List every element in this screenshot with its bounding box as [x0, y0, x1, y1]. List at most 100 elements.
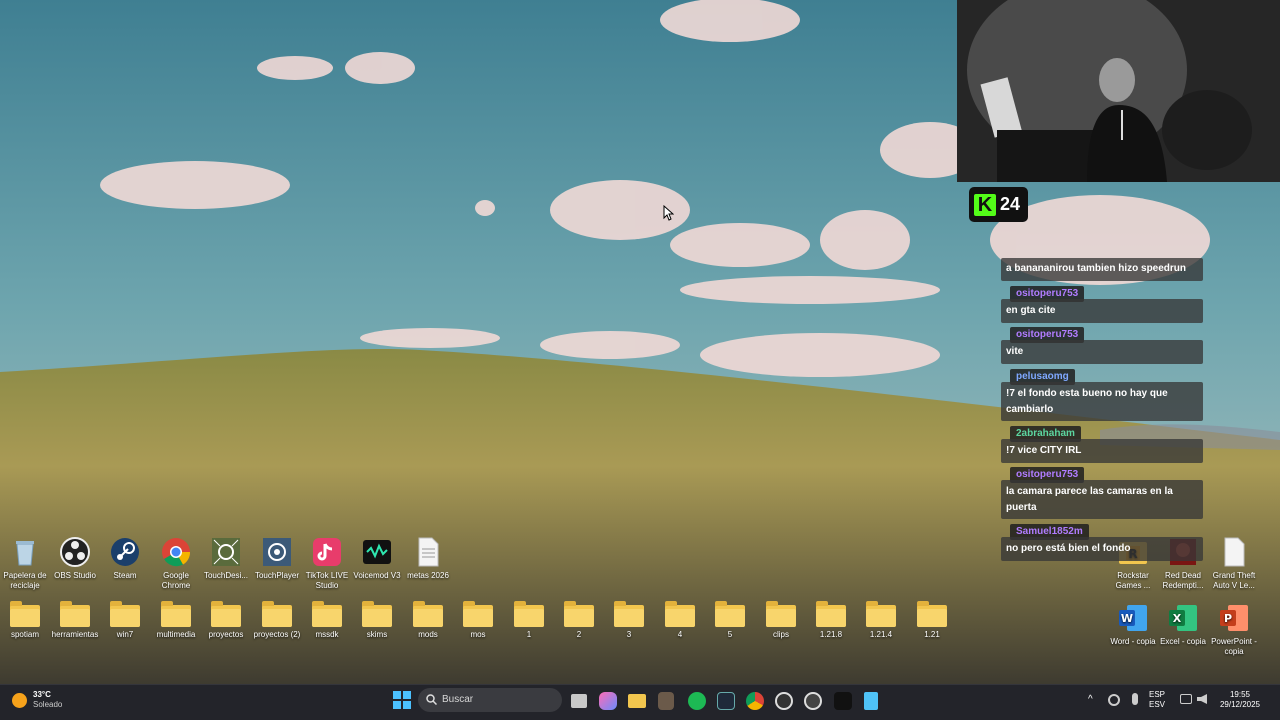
desktop-icon-label: metas 2026 [407, 571, 449, 580]
folder-label: 4 [677, 630, 683, 639]
mouse-cursor-icon [663, 205, 674, 221]
folder-multimedia[interactable]: multimedia [151, 600, 201, 640]
folder-1-21[interactable]: 1.21 [907, 600, 957, 640]
capcut-icon[interactable] [834, 692, 852, 710]
desktop-icon-recycle-bin[interactable]: Papelera de reciclaje [0, 536, 50, 591]
davinci-icon[interactable] [717, 692, 735, 710]
app-icon-1[interactable] [658, 692, 674, 710]
folder-label: mods [418, 630, 438, 639]
folder-1-21-4[interactable]: 1.21.4 [856, 600, 906, 640]
folder-herramientas[interactable]: herramientas [50, 600, 100, 640]
weather-temp: 33°C [33, 690, 51, 699]
folder-3[interactable]: 3 [604, 600, 654, 640]
task-view-icon[interactable] [571, 694, 587, 708]
clock[interactable]: 19:55 29/12/2025 [1215, 690, 1265, 710]
folder-mos[interactable]: mos [453, 600, 503, 640]
desktop-icon-touchdesigner[interactable]: TouchDesi... [201, 536, 251, 581]
folder-mods[interactable]: mods [403, 600, 453, 640]
desktop-icon-metas-2026[interactable]: metas 2026 [403, 536, 453, 581]
folder-clips[interactable]: clips [756, 600, 806, 640]
sun-icon[interactable] [12, 693, 27, 708]
desktop-icon-label: Google Chrome [161, 571, 191, 590]
desktop-icon-touchplayer[interactable]: TouchPlayer [252, 536, 302, 581]
weather-desc: Soleado [33, 700, 63, 709]
desktop-icon-label: Rockstar Games ... [1115, 571, 1151, 590]
folder-icon [312, 601, 342, 627]
kick-logo-icon: K [974, 193, 996, 216]
steam-icon [109, 536, 141, 568]
kick-viewer-badge: K 24 [969, 187, 1028, 222]
folder-5[interactable]: 5 [705, 600, 755, 640]
chat-message-text: !7 vice CITY IRL [1001, 439, 1203, 463]
file-explorer-icon[interactable] [628, 694, 646, 708]
svg-text:W: W [1121, 612, 1133, 625]
folder-icon [262, 601, 292, 627]
weather-widget[interactable]: 33°C Soleado [33, 690, 62, 710]
word-icon: W [1117, 602, 1149, 634]
folder-label: 2 [576, 630, 582, 639]
obs-icon [59, 536, 91, 568]
chat-message-text: no pero está bien el fondo [1001, 537, 1203, 561]
folder-proyectos[interactable]: proyectos [201, 600, 251, 640]
notepad-icon[interactable] [864, 692, 878, 710]
powerpoint-icon: P [1218, 602, 1250, 634]
folder-label: herramientas [51, 630, 99, 639]
folder-spotiam[interactable]: spotiam [0, 600, 50, 640]
desktop-icon-obs[interactable]: OBS Studio [50, 536, 100, 581]
folder-mssdk[interactable]: mssdk [302, 600, 352, 640]
touchdesigner-icon [210, 536, 242, 568]
clock-time: 19:55 [1229, 690, 1251, 699]
desktop-icon-label: TouchDesi... [203, 571, 249, 580]
desktop-icon-voicemod[interactable]: Voicemod V3 [352, 536, 402, 581]
desktop-icon-chrome[interactable]: Google Chrome [151, 536, 201, 591]
obs-taskbar-icon[interactable] [775, 692, 793, 710]
spotify-icon[interactable] [688, 692, 706, 710]
folder-2[interactable]: 2 [554, 600, 604, 640]
desktop-icon-steam[interactable]: Steam [100, 536, 150, 581]
folder-win7[interactable]: win7 [100, 600, 150, 640]
recycle-bin-icon [9, 536, 41, 568]
excel-icon: X [1167, 602, 1199, 634]
tiktok-icon [311, 536, 343, 568]
folder-proyectos-2[interactable]: proyectos (2) [252, 600, 302, 640]
search-placeholder: Buscar [442, 694, 474, 705]
desktop-icon-label: Steam [113, 571, 137, 580]
taskbar-search[interactable]: Buscar [418, 688, 562, 712]
copilot-icon[interactable] [599, 692, 617, 710]
desktop-icon-tiktok-live[interactable]: TikTok LIVE Studio [302, 536, 352, 591]
folder-icon [362, 601, 392, 627]
sync-icon[interactable] [1108, 694, 1120, 706]
folder-label: 1.21.8 [819, 630, 843, 639]
folder-icon [413, 601, 443, 627]
language-indicator[interactable]: ESP ESV [1149, 690, 1165, 710]
touchplayer-icon [261, 536, 293, 568]
folder-label: skims [366, 630, 388, 639]
media-player-icon[interactable] [804, 692, 822, 710]
microphone-icon[interactable] [1132, 693, 1138, 705]
folder-4[interactable]: 4 [655, 600, 705, 640]
folder-label: proyectos (2) [253, 630, 301, 639]
webcam-overlay [957, 0, 1280, 182]
search-icon [426, 694, 437, 705]
chrome-taskbar-icon[interactable] [746, 692, 764, 710]
desktop-icon-label: Voicemod V3 [353, 571, 401, 580]
folder-label: proyectos [208, 630, 244, 639]
folder-icon [866, 601, 896, 627]
chat-message-text: vite [1001, 340, 1203, 364]
folder-skims[interactable]: skims [352, 600, 402, 640]
desktop-icon-label: TikTok LIVE Studio [305, 571, 349, 590]
desktop-icon-word[interactable]: W Word - copia [1108, 602, 1158, 647]
lang-secondary: ESV [1149, 700, 1166, 709]
folder-icon [161, 601, 191, 627]
folder-1-21-8[interactable]: 1.21.8 [806, 600, 856, 640]
folder-label: 3 [626, 630, 632, 639]
windows-start-icon[interactable] [393, 691, 411, 709]
folder-icon [211, 601, 241, 627]
desktop-icon-powerpoint[interactable]: P PowerPoint - copia [1209, 602, 1259, 657]
network-icon[interactable] [1180, 694, 1192, 704]
desktop-icon-gta-v[interactable]: Grand Theft Auto V Le... [1209, 536, 1259, 591]
chevron-up-icon[interactable]: ^ [1088, 695, 1093, 705]
viewer-count: 24 [1000, 194, 1021, 214]
desktop-icon-excel[interactable]: X Excel - copia [1158, 602, 1208, 647]
folder-1[interactable]: 1 [504, 600, 554, 640]
